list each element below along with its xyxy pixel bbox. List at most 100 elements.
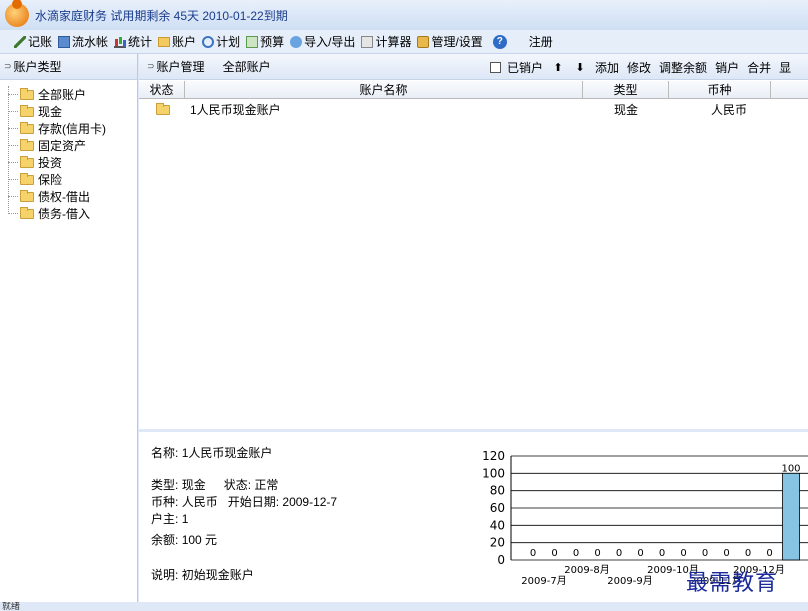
- title-bar: 水滴家庭财务 试用期剩余 45天 2010-01-22到期: [0, 0, 808, 30]
- gear-icon: [417, 35, 430, 48]
- help-button[interactable]: ?: [492, 34, 509, 49]
- move-up-icon[interactable]: ⬆: [551, 61, 565, 74]
- add-button[interactable]: 添加: [595, 59, 619, 76]
- account-currency-cell: 人民币: [710, 103, 747, 117]
- folder-icon: [20, 206, 34, 219]
- calculator-button[interactable]: 计算器: [361, 33, 411, 50]
- watermark: 最需教育: [686, 571, 779, 596]
- tree-item-insurance[interactable]: 保险: [0, 171, 137, 188]
- account-management-panel: ⊃ 账户管理 全部账户 已销户 ⬆ ⬇ 添加 修改 调整余额 销户 合并 显 状…: [139, 54, 808, 602]
- closed-accounts-label: 已销户: [507, 60, 544, 75]
- clock-icon: [202, 35, 215, 48]
- record-button[interactable]: 记账: [14, 33, 52, 50]
- bar-value-label: 0: [573, 548, 579, 559]
- y-tick-label: 120: [482, 449, 505, 463]
- bar-value-label: 0: [594, 548, 600, 559]
- account-type-panel: ⊃ 账户类型 全部账户 现金 存款(信用卡) 固定资产 投资 保险 债权-借出 …: [0, 54, 138, 602]
- y-tick-label: 80: [490, 484, 505, 498]
- ledger-button[interactable]: 流水帐: [58, 33, 108, 50]
- accounts-button[interactable]: 账户: [158, 33, 196, 50]
- bar-value-label: 0: [745, 548, 751, 559]
- bar-value-label: 100: [781, 463, 800, 474]
- edit-button[interactable]: 修改: [627, 59, 651, 76]
- statistics-button[interactable]: 统计: [114, 33, 152, 50]
- show-button[interactable]: 显: [779, 59, 791, 76]
- folder-icon: [20, 155, 34, 168]
- bar-value-label: 0: [766, 548, 772, 559]
- account-type-tree: 全部账户 现金 存款(信用卡) 固定资产 投资 保险 债权-借出 债务-借入: [0, 80, 137, 222]
- account-table-header: 状态 账户名称 类型 币种: [139, 81, 808, 99]
- register-button[interactable]: 注册: [529, 33, 553, 50]
- detail-currency-start: 币种: 人民币 开始日期: 2009-12-7: [151, 495, 338, 509]
- bar-value-label: 0: [551, 548, 557, 559]
- bar-chart-icon: [114, 36, 127, 48]
- tree-item-investment[interactable]: 投资: [0, 154, 137, 171]
- bar-value-label: 0: [637, 548, 643, 559]
- x-tick-label: 2009-7月: [521, 575, 566, 587]
- calculator-icon: [361, 35, 374, 48]
- tree-item-lending[interactable]: 债权-借出: [0, 188, 137, 205]
- y-tick-label: 60: [490, 501, 505, 515]
- closed-accounts-checkbox[interactable]: [490, 61, 501, 73]
- status-bar: 就绪: [0, 602, 808, 611]
- account-type-header: ⊃ 账户类型: [0, 54, 137, 80]
- window-title: 水滴家庭财务 试用期剩余 45天 2010-01-22到期: [35, 8, 288, 23]
- action-bar: 已销户 ⬆ ⬇ 添加 修改 调整余额 销户 合并 显: [490, 54, 791, 80]
- merge-button[interactable]: 合并: [747, 59, 771, 76]
- app-logo-icon: [5, 3, 29, 27]
- current-filter: 全部账户: [222, 60, 271, 74]
- folder-icon: [20, 87, 34, 100]
- detail-owner: 户主: 1: [151, 512, 189, 526]
- bar-value-label: 0: [702, 548, 708, 559]
- detail-balance: 余额: 100 元: [151, 533, 218, 547]
- collapse-arrow-icon[interactable]: ⊃: [147, 61, 155, 72]
- detail-note: 说明: 初始现金账户: [151, 568, 254, 582]
- x-tick-label: 2009-8月: [564, 564, 609, 576]
- column-type[interactable]: 类型: [583, 81, 669, 99]
- ledger-icon: [58, 35, 71, 48]
- account-management-header: ⊃ 账户管理 全部账户 已销户 ⬆ ⬇ 添加 修改 调整余额 销户 合并 显: [139, 54, 808, 80]
- y-tick-label: 40: [490, 518, 505, 532]
- tree-item-deposit[interactable]: 存款(信用卡): [0, 120, 137, 137]
- collapse-arrow-icon[interactable]: ⊃: [4, 61, 12, 72]
- bar-value-label: 0: [659, 548, 665, 559]
- bar-value-label: 0: [616, 548, 622, 559]
- x-tick-label: 2009-9月: [607, 575, 652, 587]
- bar-value-label: 0: [530, 548, 536, 559]
- table-row[interactable]: 1人民币现金账户 现金 人民币: [139, 100, 808, 120]
- import-export-button[interactable]: 导入/导出: [290, 33, 355, 50]
- account-type-cell: 现金: [613, 103, 638, 117]
- main-toolbar: 记账 流水帐 统计 账户 计划 预算 导入/导出 计算器 管理/设置 ? 注册: [0, 30, 808, 54]
- y-tick-label: 20: [490, 536, 505, 550]
- budget-icon: [246, 35, 259, 48]
- column-account-name[interactable]: 账户名称: [185, 81, 583, 99]
- tree-item-fixed-assets[interactable]: 固定资产: [0, 137, 137, 154]
- import-export-icon: [290, 35, 303, 48]
- budget-button[interactable]: 预算: [246, 33, 284, 50]
- tree-item-cash[interactable]: 现金: [0, 103, 137, 120]
- bar-value-label: 0: [680, 548, 686, 559]
- column-status[interactable]: 状态: [139, 81, 185, 99]
- folder-icon: [158, 36, 171, 47]
- y-tick-label: 100: [482, 466, 505, 480]
- y-tick-label: 0: [497, 553, 505, 567]
- tree-item-borrowing[interactable]: 债务-借入: [0, 205, 137, 222]
- column-currency[interactable]: 币种: [669, 81, 771, 99]
- folder-icon: [20, 104, 34, 117]
- bar-value-label: 0: [723, 548, 729, 559]
- pen-icon: [14, 35, 26, 48]
- move-down-icon[interactable]: ⬇: [573, 61, 587, 74]
- folder-icon: [20, 138, 34, 151]
- close-account-button[interactable]: 销户: [715, 59, 739, 76]
- account-name-cell: 1人民币现金账户: [190, 103, 281, 117]
- plan-button[interactable]: 计划: [202, 33, 240, 50]
- folder-icon: [20, 121, 34, 134]
- detail-type-status: 类型: 现金 状态: 正常: [151, 478, 279, 492]
- detail-name: 名称: 1人民币现金账户: [151, 446, 273, 460]
- bar: [782, 472, 800, 561]
- settings-button[interactable]: 管理/设置: [417, 33, 483, 50]
- folder-icon: [20, 189, 34, 202]
- help-icon: ?: [492, 34, 507, 49]
- tree-item-all-accounts[interactable]: 全部账户: [0, 86, 137, 103]
- adjust-balance-button[interactable]: 调整余额: [659, 59, 707, 76]
